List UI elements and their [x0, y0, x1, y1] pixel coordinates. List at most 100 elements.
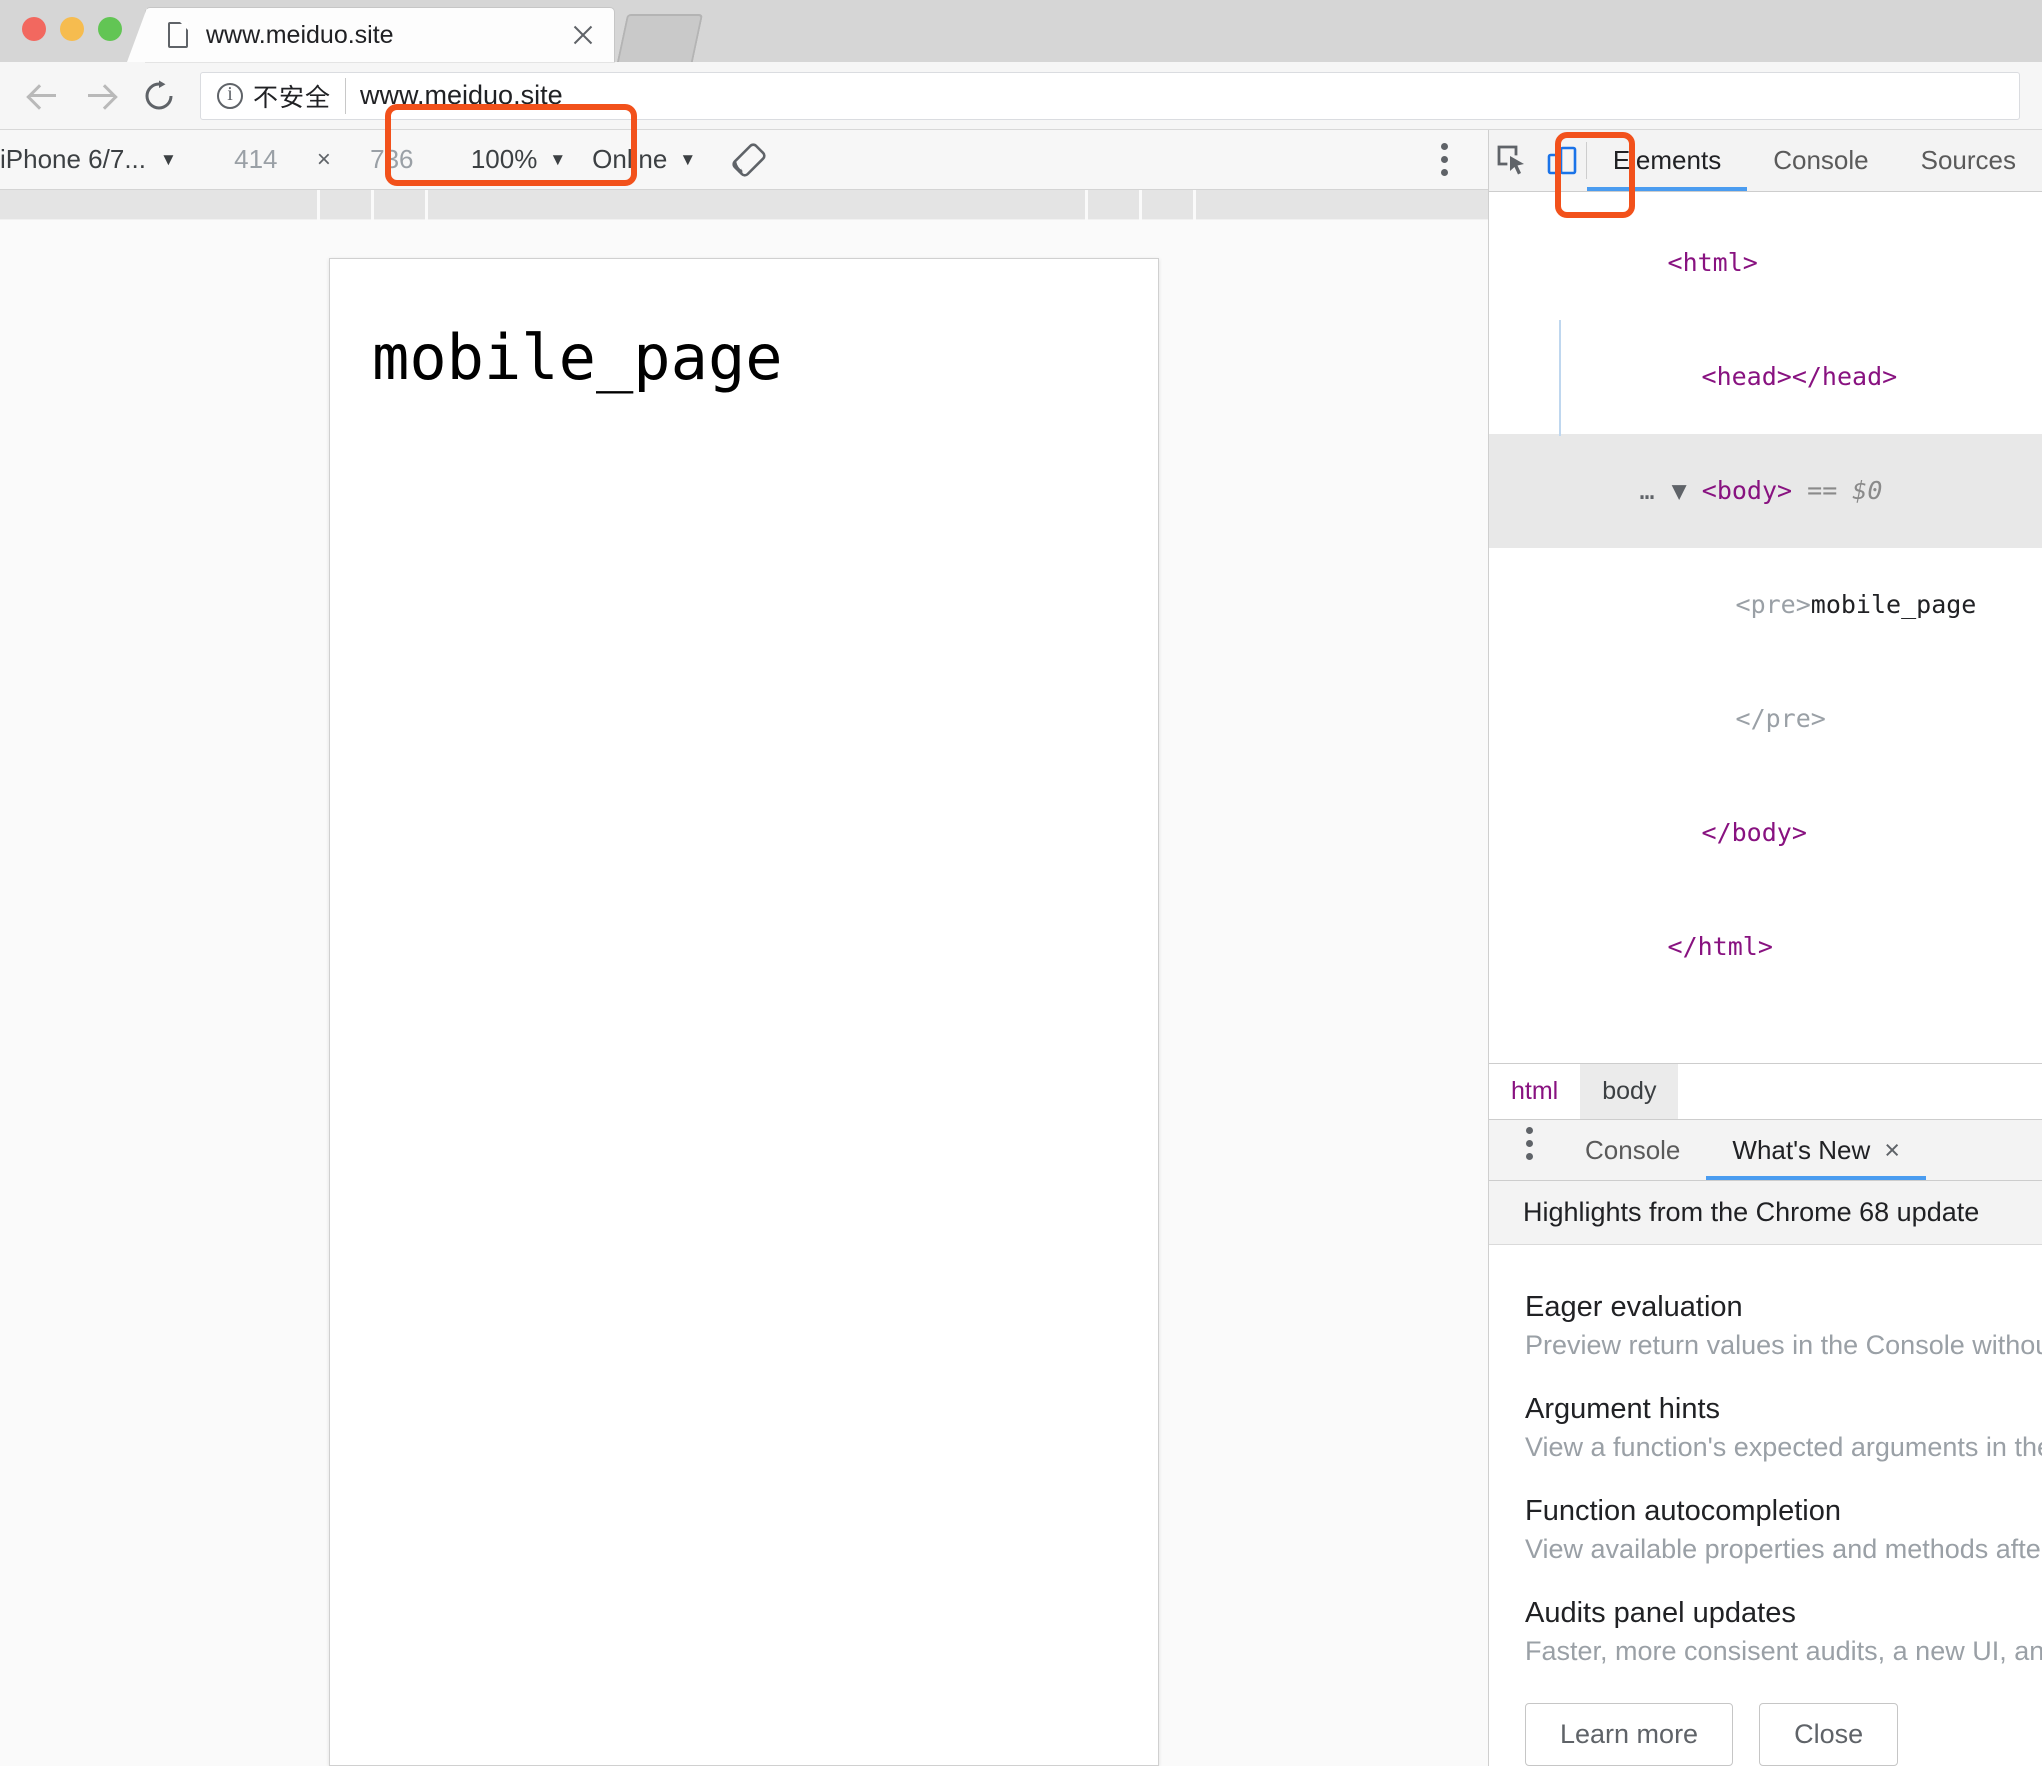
viewport-width-input[interactable]: 414: [219, 144, 293, 175]
forward-button[interactable]: [72, 67, 130, 125]
zoom-selector[interactable]: 100% ▼: [471, 144, 566, 175]
window-minimize-button[interactable]: [60, 17, 84, 41]
dom-ellipsis[interactable]: …: [1640, 476, 1657, 505]
close-icon[interactable]: [568, 20, 598, 50]
chevron-down-icon: ▼: [160, 149, 177, 169]
network-throttle-label: Online: [592, 144, 668, 174]
device-selector-label: iPhone 6/7...: [0, 144, 146, 174]
tab-title: www.meiduo.site: [206, 20, 394, 49]
window-close-button[interactable]: [22, 17, 46, 41]
back-button[interactable]: [14, 67, 72, 125]
device-selector[interactable]: iPhone 6/7... ▼: [0, 144, 177, 175]
tab-elements-label: Elements: [1612, 145, 1722, 175]
kebab-menu-icon[interactable]: [1422, 137, 1466, 183]
whats-new-item: Audits panel updates Faster, more consis…: [1525, 1597, 2042, 1667]
whats-new-header: Highlights from the Chrome 68 update: [1489, 1181, 2042, 1245]
viewport-ruler: [0, 190, 1488, 220]
inspect-element-icon[interactable]: [1489, 130, 1538, 191]
page-content-text: mobile_page: [372, 321, 783, 394]
omnibox-bar: 不安全 www.meiduo.site: [0, 62, 2042, 130]
devtools-drawer: Console What's New × Highlights from the…: [1489, 1119, 2042, 1766]
forward-arrow-icon: [88, 83, 114, 109]
breadcrumb-item-body[interactable]: body: [1580, 1064, 1679, 1119]
drawer-tab-whats-new[interactable]: What's New ×: [1706, 1120, 1926, 1180]
drawer-tab-console[interactable]: Console: [1559, 1120, 1706, 1180]
whats-new-actions: Learn more Close: [1525, 1703, 2042, 1766]
info-circle-icon[interactable]: [217, 81, 243, 109]
kebab-menu-icon[interactable]: [1507, 1120, 1551, 1166]
dom-tag: <body>: [1701, 476, 1793, 505]
drawer-tab-label: Console: [1585, 1134, 1681, 1165]
tab-sources[interactable]: Sources: [1895, 130, 2042, 191]
dom-node-pre-close[interactable]: </pre>: [1489, 662, 2042, 776]
devtools-tabbar: Elements Console Sources: [1489, 130, 2042, 218]
reload-icon: [142, 79, 176, 113]
breadcrumb: html body: [1489, 1063, 2042, 1119]
close-icon[interactable]: ×: [1884, 1135, 1900, 1166]
main-split: iPhone 6/7... ▼ 414 × 736 100% ▼ Online …: [0, 104, 2042, 1766]
whats-new-item-desc: Preview return values in the Console wit…: [1525, 1330, 2042, 1360]
dom-tag: </html>: [1667, 932, 1773, 961]
chevron-down-icon: ▼: [549, 149, 567, 169]
emulated-viewport-canvas: mobile_page: [0, 220, 1488, 1766]
tab-console-label: Console: [1773, 145, 1869, 175]
network-throttle-selector[interactable]: Online ▼: [592, 144, 696, 175]
whats-new-body: Eager evaluation Preview return values i…: [1489, 1245, 2042, 1766]
tab-elements[interactable]: Elements: [1587, 130, 1747, 191]
rotate-device-icon[interactable]: [726, 137, 772, 183]
browser-window: www.meiduo.site 不安全 www.meiduo.site: [0, 0, 2042, 1766]
chevron-down-icon: ▼: [679, 149, 697, 169]
breadcrumb-label: body: [1602, 1077, 1657, 1105]
new-tab-button[interactable]: [616, 14, 704, 62]
dom-node-html-close[interactable]: </html>: [1489, 890, 2042, 1004]
devtools-panel: Elements Console Sources <html> <head></…: [1489, 130, 2042, 1766]
whats-new-item-title: Argument hints: [1525, 1393, 1721, 1425]
close-button[interactable]: Close: [1759, 1703, 1899, 1766]
back-arrow-icon: [30, 83, 56, 109]
dom-node-body-open[interactable]: … ▼ <body> == $0: [1489, 434, 2042, 548]
dom-node-html-open[interactable]: <html>: [1489, 206, 2042, 320]
whats-new-item-desc: Faster, more consisent audits, a new UI,…: [1525, 1636, 2042, 1666]
whats-new-item-title: Eager evaluation: [1525, 1291, 1743, 1323]
drawer-tab-label: What's New: [1732, 1134, 1871, 1165]
tree-guide-line: [1559, 320, 1561, 436]
expand-triangle-icon[interactable]: ▼: [1672, 476, 1687, 505]
dom-text-node: mobile_page: [1810, 590, 1977, 619]
learn-more-button[interactable]: Learn more: [1525, 1703, 1734, 1766]
tab-sources-label: Sources: [1920, 145, 2016, 175]
page-pane: iPhone 6/7... ▼ 414 × 736 100% ▼ Online …: [0, 104, 1489, 1766]
dom-node-pre-open[interactable]: <pre>mobile_page: [1489, 548, 2042, 662]
window-traffic-lights: [22, 17, 122, 41]
emulated-device-frame[interactable]: mobile_page: [329, 258, 1159, 1766]
whats-new-item-desc: View available properties and methods af…: [1525, 1534, 2042, 1564]
zoom-level-label: 100%: [470, 144, 538, 174]
device-emulation-toolbar: iPhone 6/7... ▼ 414 × 736 100% ▼ Online …: [0, 104, 1488, 190]
dom-tag: </body>: [1701, 818, 1807, 847]
reload-button[interactable]: [130, 67, 188, 125]
url-text: www.meiduo.site: [360, 80, 563, 110]
toggle-device-toolbar-icon[interactable]: [1538, 130, 1587, 191]
whats-new-item: Eager evaluation Preview return values i…: [1525, 1291, 2042, 1361]
address-bar[interactable]: 不安全 www.meiduo.site: [200, 71, 2020, 120]
dom-tag: <head></head>: [1701, 362, 1898, 391]
dom-tag: <pre>: [1735, 590, 1811, 619]
dom-node-head[interactable]: <head></head>: [1489, 320, 2042, 434]
dom-tag: <html>: [1667, 248, 1758, 277]
breadcrumb-item-html[interactable]: html: [1489, 1064, 1580, 1119]
document-icon: [168, 22, 188, 48]
multiply-icon: ×: [316, 145, 331, 173]
whats-new-item: Argument hints View a function's expecte…: [1525, 1393, 2042, 1463]
browser-tab[interactable]: www.meiduo.site: [127, 8, 614, 62]
window-zoom-button[interactable]: [98, 17, 122, 41]
dom-node-body-close[interactable]: </body>: [1489, 776, 2042, 890]
viewport-height-input[interactable]: 736: [355, 144, 429, 175]
tab-console[interactable]: Console: [1747, 130, 1894, 191]
security-label: 不安全: [253, 77, 347, 114]
drawer-tabbar: Console What's New ×: [1489, 1119, 2042, 1181]
whats-new-item-desc: View a function's expected arguments in …: [1525, 1432, 2042, 1462]
whats-new-item-title: Function autocompletion: [1525, 1495, 1841, 1527]
dom-selected-ref: == $0: [1807, 476, 1883, 505]
dom-tree[interactable]: <html> <head></head> … ▼ <body> == $0 <p…: [1489, 192, 2042, 1063]
tab-strip: www.meiduo.site: [0, 0, 2042, 62]
breadcrumb-label: html: [1511, 1077, 1559, 1105]
